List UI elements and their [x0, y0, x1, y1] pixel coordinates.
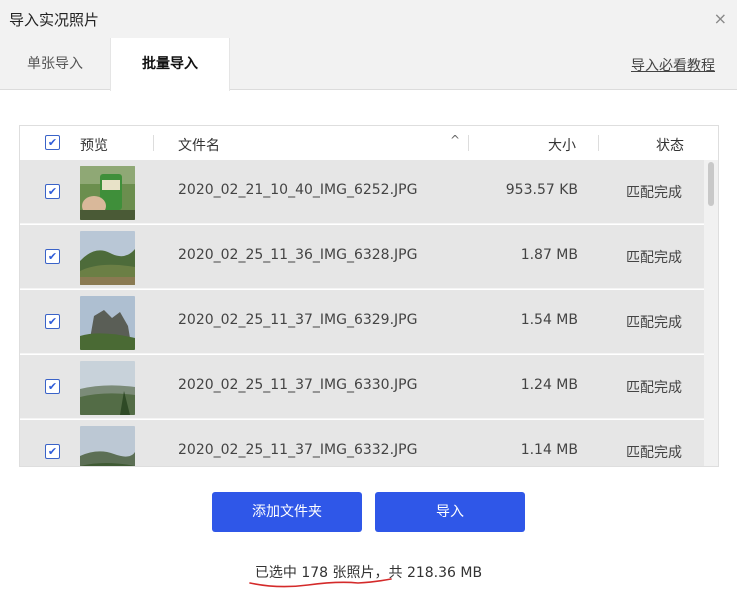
photo-thumbnail	[80, 231, 135, 285]
row-checkbox[interactable]: ✔	[45, 249, 60, 264]
table-row[interactable]: ✔ 2020_02_25_11_36_IMG_6328.JPG 1.87 MB …	[20, 225, 706, 289]
file-name: 2020_02_21_10_40_IMG_6252.JPG	[178, 182, 418, 198]
match-status: 匹配完成	[626, 445, 682, 461]
add-folder-button[interactable]: 添加文件夹	[212, 492, 362, 532]
match-status: 匹配完成	[626, 250, 682, 266]
match-status: 匹配完成	[626, 315, 682, 331]
table-row[interactable]: ✔ 2020_02_25_11_37_IMG_6330.JPG 1.24 MB …	[20, 355, 706, 419]
tab-single-import[interactable]: 单张导入	[0, 38, 110, 90]
file-size: 1.14 MB	[520, 442, 578, 458]
import-button[interactable]: 导入	[375, 492, 525, 532]
file-name: 2020_02_25_11_37_IMG_6332.JPG	[178, 442, 418, 458]
table-row[interactable]: ✔ 2020_02_25_11_37_IMG_6329.JPG 1.54 MB …	[20, 290, 706, 354]
window-title: 导入实况照片	[9, 11, 100, 29]
column-divider	[153, 135, 154, 151]
close-icon[interactable]: ×	[714, 9, 727, 28]
file-table: ✔ 预览 文件名 ^ 大小 状态 ✔ 2020_02_21_10_40_IMG_…	[19, 125, 719, 467]
table-body: ✔ 2020_02_21_10_40_IMG_6252.JPG 953.57 K…	[20, 160, 706, 466]
scrollbar-thumb[interactable]	[708, 162, 714, 206]
photo-thumbnail	[80, 426, 135, 466]
header-filename[interactable]: 文件名	[178, 135, 220, 155]
table-header: ✔ 预览 文件名 ^ 大小 状态	[20, 126, 718, 160]
row-checkbox[interactable]: ✔	[45, 314, 60, 329]
photo-thumbnail	[80, 296, 135, 350]
column-divider	[468, 135, 469, 151]
match-status: 匹配完成	[626, 185, 682, 201]
title-bar: 导入实况照片 ×	[0, 0, 737, 38]
file-size: 953.57 KB	[505, 182, 578, 198]
file-size: 1.24 MB	[520, 377, 578, 393]
vertical-scrollbar[interactable]	[704, 160, 718, 466]
photo-thumbnail	[80, 166, 135, 220]
tab-bar: 单张导入 批量导入 导入必看教程	[0, 38, 737, 91]
column-divider	[598, 135, 599, 151]
match-status: 匹配完成	[626, 380, 682, 396]
header-size[interactable]: 大小	[548, 135, 576, 155]
header-status[interactable]: 状态	[656, 135, 684, 155]
file-name: 2020_02_25_11_37_IMG_6329.JPG	[178, 312, 418, 328]
file-name: 2020_02_25_11_36_IMG_6328.JPG	[178, 247, 418, 263]
tab-batch-import[interactable]: 批量导入	[110, 38, 230, 91]
select-all-checkbox[interactable]: ✔	[45, 135, 60, 150]
table-row[interactable]: ✔ 2020_02_25_11_37_IMG_6332.JPG 1.14 MB …	[20, 420, 706, 466]
file-size: 1.54 MB	[520, 312, 578, 328]
tutorial-link[interactable]: 导入必看教程	[631, 55, 715, 75]
row-checkbox[interactable]: ✔	[45, 379, 60, 394]
row-checkbox[interactable]: ✔	[45, 184, 60, 199]
row-checkbox[interactable]: ✔	[45, 444, 60, 459]
header-preview: 预览	[80, 138, 108, 154]
file-size: 1.87 MB	[520, 247, 578, 263]
red-annotation-underline	[249, 578, 392, 588]
table-row[interactable]: ✔ 2020_02_21_10_40_IMG_6252.JPG 953.57 K…	[20, 160, 706, 224]
photo-thumbnail	[80, 361, 135, 415]
sort-asc-icon[interactable]: ^	[450, 133, 460, 147]
file-name: 2020_02_25_11_37_IMG_6330.JPG	[178, 377, 418, 393]
